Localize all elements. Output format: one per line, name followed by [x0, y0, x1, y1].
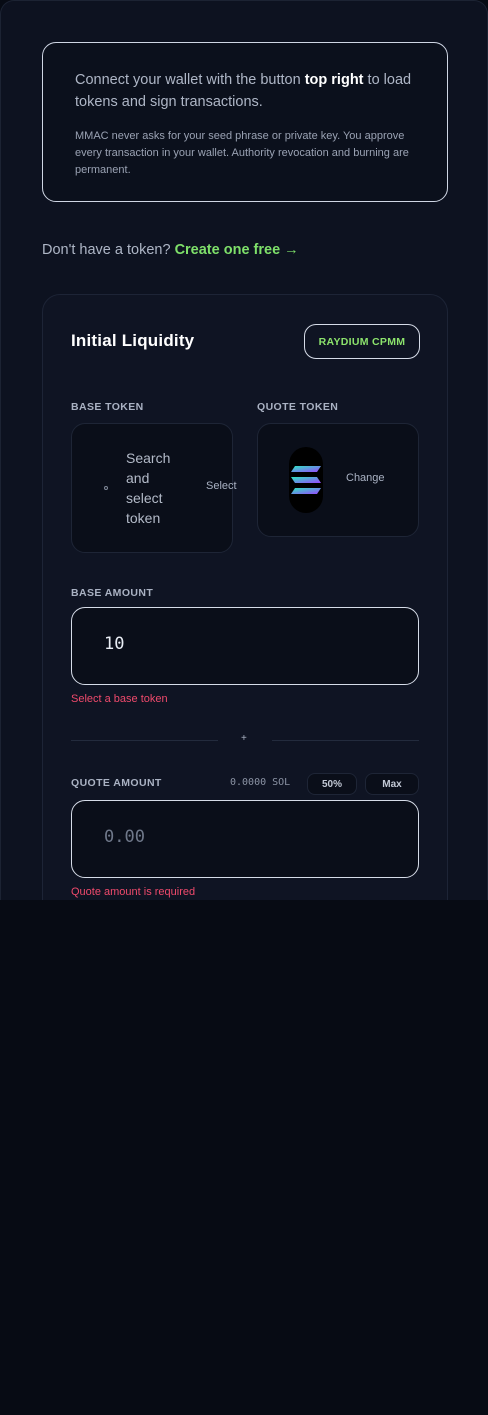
security-disclaimer: MMAC never asks for your seed phrase or … — [75, 130, 409, 176]
solana-logo-icon — [289, 447, 323, 513]
base-token-label: BASE TOKEN — [71, 401, 144, 413]
base-amount-input[interactable] — [104, 634, 384, 654]
wallet-notice-message: Connect your wallet with the button top … — [75, 72, 412, 110]
quote-amount-label: QUOTE AMOUNT — [71, 777, 162, 789]
create-token-prompt: Don't have a token? Create one free → — [42, 242, 299, 258]
base-token-search-text: Search and select token — [126, 450, 171, 526]
quote-token-label: QUOTE TOKEN — [257, 401, 339, 413]
create-token-link[interactable]: Create one free → — [175, 242, 299, 258]
amount-divider: + — [71, 733, 419, 744]
wallet-notice-emphasis: top right — [304, 72, 364, 88]
max-amount-button[interactable]: Max — [365, 773, 419, 795]
base-token-select-label: Select — [206, 480, 237, 492]
wallet-notice: Connect your wallet with the button top … — [42, 42, 448, 202]
main-panel: Connect your wallet with the button top … — [0, 0, 488, 900]
quote-token-selector[interactable]: Change — [257, 423, 419, 537]
quote-amount-error: Quote amount is required — [71, 886, 196, 898]
quote-amount-field[interactable] — [71, 800, 419, 878]
quote-balance: 0.0000 SOL — [230, 777, 291, 788]
base-token-error: Select a base token — [71, 693, 168, 705]
loading-spinner-icon — [104, 486, 108, 490]
base-amount-field[interactable] — [71, 607, 419, 685]
quote-token-change-label: Change — [346, 472, 385, 484]
plus-icon: + — [241, 733, 247, 744]
initial-liquidity-card: Initial Liquidity RAYDIUM CPMM BASE TOKE… — [42, 294, 448, 900]
quote-amount-input[interactable] — [104, 827, 384, 847]
half-amount-button[interactable]: 50% — [307, 773, 357, 795]
card-title: Initial Liquidity — [71, 331, 195, 350]
base-amount-label: BASE AMOUNT — [71, 587, 154, 599]
base-token-selector[interactable]: Search and select token Select — [71, 423, 237, 553]
pool-type-badge: RAYDIUM CPMM — [304, 324, 420, 359]
